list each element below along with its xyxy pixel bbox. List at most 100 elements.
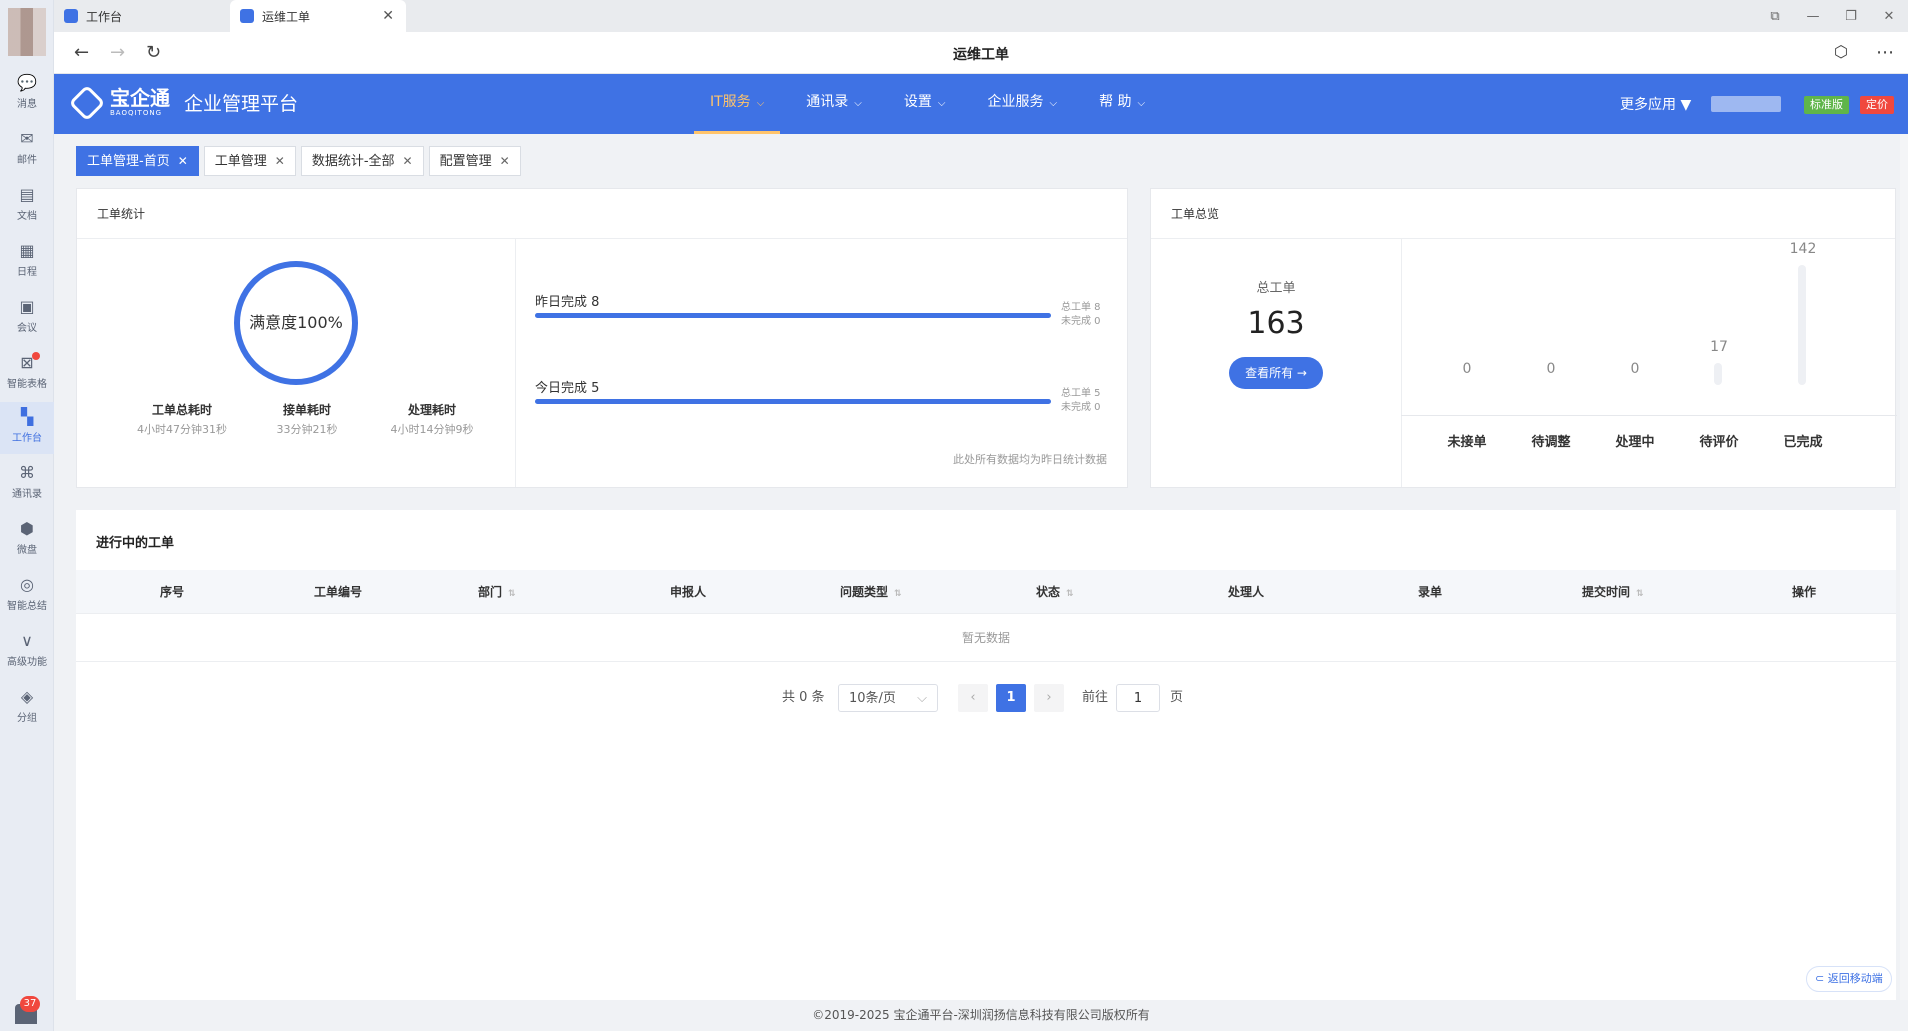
pricing-badge[interactable]: 定价	[1860, 96, 1894, 114]
rail-item-contacts[interactable]: ⌘ 通讯录	[0, 458, 54, 510]
rail-item-smart-sheet[interactable]: ⊠ 智能表格	[0, 348, 54, 400]
close-icon[interactable]: ✕	[500, 154, 510, 168]
metric-label: 处理耗时	[407, 403, 456, 417]
col-department[interactable]: 部门 ⇅	[478, 570, 516, 614]
avatar[interactable]	[8, 8, 46, 56]
col-status[interactable]: 状态 ⇅	[1036, 570, 1074, 614]
more-apps-button[interactable]: 更多应用 ▼	[1620, 94, 1691, 114]
tab-config[interactable]: 配置管理 ✕	[428, 146, 521, 176]
maximize-icon[interactable]: ❐	[1832, 9, 1870, 24]
brand-name: 宝企通	[110, 86, 170, 110]
today-progress: 今日完成 5 总工单 5 未完成 0	[535, 377, 1115, 413]
progress-side: 总工单 5 未完成 0	[1061, 387, 1101, 415]
page-number-current[interactable]: 1	[996, 684, 1026, 712]
chart-category-label[interactable]: 待调整	[1509, 431, 1593, 450]
col-submit-time[interactable]: 提交时间 ⇅	[1582, 570, 1644, 614]
back-to-mobile-button[interactable]: ⊂ 返回移动端	[1806, 966, 1892, 992]
view-all-button[interactable]: 查看所有 →	[1229, 357, 1323, 389]
close-icon[interactable]: ✕	[403, 154, 413, 168]
chart-bar	[1798, 265, 1806, 385]
col-label: 部门	[478, 585, 503, 599]
chart-column: 0 未接单	[1425, 239, 1509, 489]
logo-mark-icon	[68, 84, 106, 121]
chart-category-label[interactable]: 待评价	[1677, 431, 1761, 450]
tab-ticket-home[interactable]: 工单管理-首页 ✕	[76, 146, 199, 176]
rail-item-mail[interactable]: ✉ 邮件	[0, 124, 54, 176]
chart-column: 0 处理中	[1593, 239, 1677, 489]
close-icon[interactable]: ✕	[275, 154, 285, 168]
section-title: 进行中的工单	[96, 536, 175, 551]
settings-hex-icon[interactable]: ⬡	[1834, 42, 1848, 61]
window-controls: ⧉ — ❐ ✕	[1756, 0, 1908, 32]
calendar-icon: ▦	[19, 241, 35, 260]
chevron-down-icon: ⌵	[854, 98, 862, 109]
logo[interactable]: 宝企通 BAOQITONG 企业管理平台	[68, 84, 298, 121]
rail-item-docs[interactable]: ▤ 文档	[0, 180, 54, 232]
workbench-icon: ▚	[20, 407, 34, 426]
chart-category-label[interactable]: 已完成	[1761, 431, 1845, 450]
ticket-icon	[240, 9, 254, 23]
browser-tab-workbench[interactable]: 工作台	[54, 0, 230, 32]
rail-item-meeting[interactable]: ▣ 会议	[0, 292, 54, 344]
rail-item-summary[interactable]: ◎ 智能总结	[0, 570, 54, 622]
chart-column: 17 待评价	[1677, 239, 1761, 489]
close-window-icon[interactable]: ✕	[1870, 9, 1908, 24]
col-handler: 处理人	[1228, 570, 1264, 614]
menu-label: 设置	[903, 94, 932, 110]
edition-badge[interactable]: 标准版	[1804, 96, 1849, 114]
goto-page-input[interactable]: 1	[1116, 684, 1160, 712]
menu-label: 企业服务	[987, 94, 1044, 110]
rail-item-group[interactable]: ◈ 分组	[0, 682, 54, 734]
advanced-icon: ∨	[21, 631, 33, 650]
back-circle-icon: ⊂	[1815, 972, 1825, 985]
page-unit-label: 页	[1170, 690, 1184, 705]
rail-item-advanced[interactable]: ∨ 高级功能	[0, 626, 54, 678]
sort-icon[interactable]: ⇅	[1636, 589, 1644, 599]
menu-help[interactable]: 帮 助 ⌵	[1083, 74, 1161, 134]
sort-icon[interactable]: ⇅	[508, 589, 516, 599]
sort-icon[interactable]: ⇅	[894, 589, 902, 599]
tab-ticket-management[interactable]: 工单管理 ✕	[203, 146, 296, 176]
scrollbar[interactable]	[1900, 134, 1908, 1000]
minimize-icon[interactable]: —	[1794, 9, 1832, 24]
user-name-blurred[interactable]	[1711, 96, 1781, 112]
pin-icon[interactable]: ⧉	[1756, 9, 1794, 24]
next-page-button[interactable]: ›	[1034, 684, 1064, 712]
menu-enterprise-service[interactable]: 企业服务 ⌵	[971, 74, 1073, 134]
satisfaction-ring: 满意度100%	[234, 261, 358, 385]
rail-item-drive[interactable]: ⬢ 微盘	[0, 514, 54, 566]
total-count: 总工单 5	[1061, 388, 1101, 399]
sort-icon[interactable]: ⇅	[1066, 589, 1074, 599]
rail-item-workbench[interactable]: ▚ 工作台	[0, 402, 54, 454]
unread-badge: 37	[20, 996, 40, 1012]
back-mobile-label: 返回移动端	[1827, 972, 1883, 985]
browser-tab-ops-ticket[interactable]: 运维工单 ✕	[230, 0, 406, 32]
menu-contacts[interactable]: 通讯录 ⌵	[790, 74, 878, 134]
chevron-down-icon: ⌵	[756, 98, 765, 109]
incomplete-count: 未完成 0	[1061, 402, 1101, 413]
menu-settings[interactable]: 设置 ⌵	[888, 74, 962, 134]
rail-item-messages[interactable]: 💬 消息	[0, 68, 54, 120]
meeting-icon: ▣	[19, 297, 35, 316]
menu-it-service[interactable]: IT服务 ⌵	[694, 74, 781, 134]
status-chart: 0 未接单 0 待调整 0 处理中 17 待评价 142 已完成	[1401, 239, 1897, 489]
close-icon[interactable]: ✕	[382, 8, 394, 24]
chart-value-label: 17	[1710, 339, 1728, 355]
page-tabs: 工单管理-首页 ✕ 工单管理 ✕ 数据统计-全部 ✕ 配置管理 ✕	[76, 146, 526, 176]
col-ticket-no: 工单编号	[314, 570, 362, 614]
chart-category-label[interactable]: 处理中	[1593, 431, 1677, 450]
rail-item-calendar[interactable]: ▦ 日程	[0, 236, 54, 288]
progress-label: 今日完成 5	[535, 381, 600, 396]
col-issue-type[interactable]: 问题类型 ⇅	[840, 570, 902, 614]
chart-bar	[1714, 363, 1722, 385]
card-title: 工单统计	[77, 189, 1127, 239]
chart-category-label[interactable]: 未接单	[1425, 431, 1509, 450]
ticket-overview-card: 工单总览 总工单 163 查看所有 → 0 未接单 0 待调整 0 处理中 17 待评价 142…	[1150, 188, 1897, 489]
prev-page-button[interactable]: ‹	[958, 684, 988, 712]
metric-value: 4小时47分钟31秒	[137, 423, 227, 436]
more-icon[interactable]: ⋯	[1876, 42, 1894, 63]
tab-data-stats[interactable]: 数据统计-全部 ✕	[300, 146, 424, 176]
pagination: 共 0 条 10条/页 ⌵ ‹ 1 › 前往 1 页	[76, 684, 1896, 712]
close-icon[interactable]: ✕	[178, 154, 188, 168]
page-size-select[interactable]: 10条/页 ⌵	[838, 684, 938, 712]
